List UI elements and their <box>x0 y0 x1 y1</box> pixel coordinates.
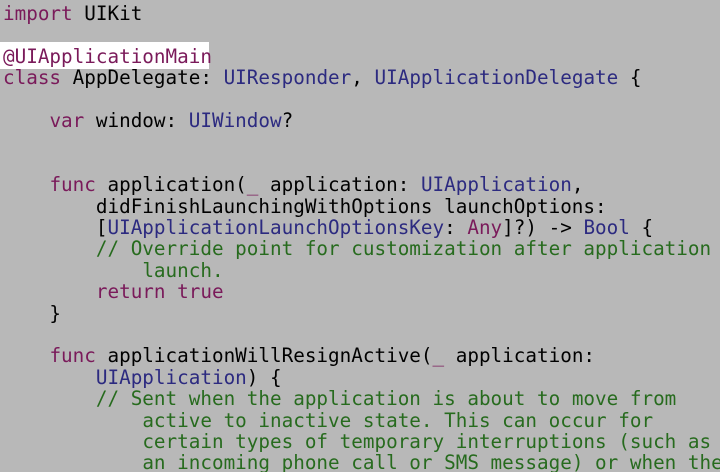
code-token-plain: : <box>444 216 468 239</box>
code-token-plain: application: <box>258 173 421 197</box>
code-token-type: UIApplication <box>95 365 247 389</box>
code-token-keyword: true <box>177 280 224 304</box>
code-token-keyword: return <box>95 280 166 304</box>
code-line: an incoming phone call or SMS message) o… <box>3 452 720 472</box>
code-token-plain: window: <box>84 109 189 132</box>
code-token-keyword: _ <box>432 344 445 368</box>
code-token-type: UIApplication <box>420 173 572 197</box>
code-token-plain: ]?) -> <box>502 216 584 239</box>
code-editor[interactable]: import UIKit @UIApplicationMain class AppD… <box>0 0 720 472</box>
code-token-plain: { <box>629 216 654 239</box>
code-token-plain: , <box>351 66 375 90</box>
code-token-type: UIApplicationDelegate <box>374 66 619 90</box>
code-line: } <box>3 301 62 325</box>
code-line: class AppDelegate: UIResponder, UIApplic… <box>3 67 642 89</box>
code-token-plain: didFinishLaunchingWithOptions launchOpti… <box>3 194 607 218</box>
code-line: launch. <box>3 258 224 282</box>
code-line: // Sent when the application is about to… <box>3 388 676 410</box>
code-line: func application(_ application: UIApplic… <box>3 174 583 196</box>
code-token-comment: // Override point for customization afte… <box>95 237 712 261</box>
code-token-plain: application( <box>95 173 247 197</box>
code-token-plain: } <box>3 301 62 325</box>
code-token-keyword: class <box>3 66 62 90</box>
code-token-plain: ? <box>281 109 294 132</box>
code-line: var window: UIWindow? <box>3 110 293 132</box>
code-token-keyword: @UIApplicationMain <box>3 44 212 68</box>
code-token-plain: , <box>571 173 584 197</box>
code-token-plain: UIKit <box>72 2 143 25</box>
code-token-keyword: Any <box>467 216 503 239</box>
code-token-keyword: func <box>49 344 96 368</box>
code-token-plain: { <box>618 66 642 90</box>
code-token-plain: AppDelegate: <box>61 66 224 90</box>
code-token-type: Bool <box>583 216 630 239</box>
code-line: didFinishLaunchingWithOptions launchOpti… <box>3 194 607 218</box>
code-token-plain: applicationWillResignActive( <box>95 344 433 368</box>
code-token-keyword: func <box>49 173 96 197</box>
code-token-keyword: _ <box>246 173 259 197</box>
code-token-comment: launch. <box>142 258 224 282</box>
code-token-keyword: import <box>3 2 73 25</box>
code-token-plain: application: <box>444 344 596 368</box>
code-token-comment: // Sent when the application is about to… <box>95 387 677 411</box>
code-line: active to inactive state. This can occur… <box>3 408 654 432</box>
code-line: UIApplication) { <box>3 365 282 389</box>
code-line: certain types of temporary interruptions… <box>3 431 711 453</box>
code-token-comment: certain types of temporary interruptions… <box>142 430 712 453</box>
code-token-comment: active to inactive state. This can occur… <box>142 408 654 432</box>
code-token-type: UIApplicationLaunchOptionsKey <box>107 216 445 239</box>
code-line: // Override point for customization afte… <box>3 238 711 260</box>
code-line: return true <box>3 281 224 303</box>
code-line: @UIApplicationMain <box>3 44 212 68</box>
code-token-type: UIResponder <box>223 66 352 90</box>
code-line: import UIKit <box>3 3 142 25</box>
code-token-comment: an incoming phone call or SMS message) o… <box>142 451 720 472</box>
code-token-plain: ) { <box>246 365 282 389</box>
code-line: [UIApplicationLaunchOptionsKey: Any]?) -… <box>3 217 653 239</box>
code-token-plain: [ <box>3 216 108 239</box>
code-token-type: UIWindow <box>188 109 282 132</box>
code-line: func applicationWillResignActive(_ appli… <box>3 345 595 367</box>
code-token-keyword: var <box>49 109 85 132</box>
